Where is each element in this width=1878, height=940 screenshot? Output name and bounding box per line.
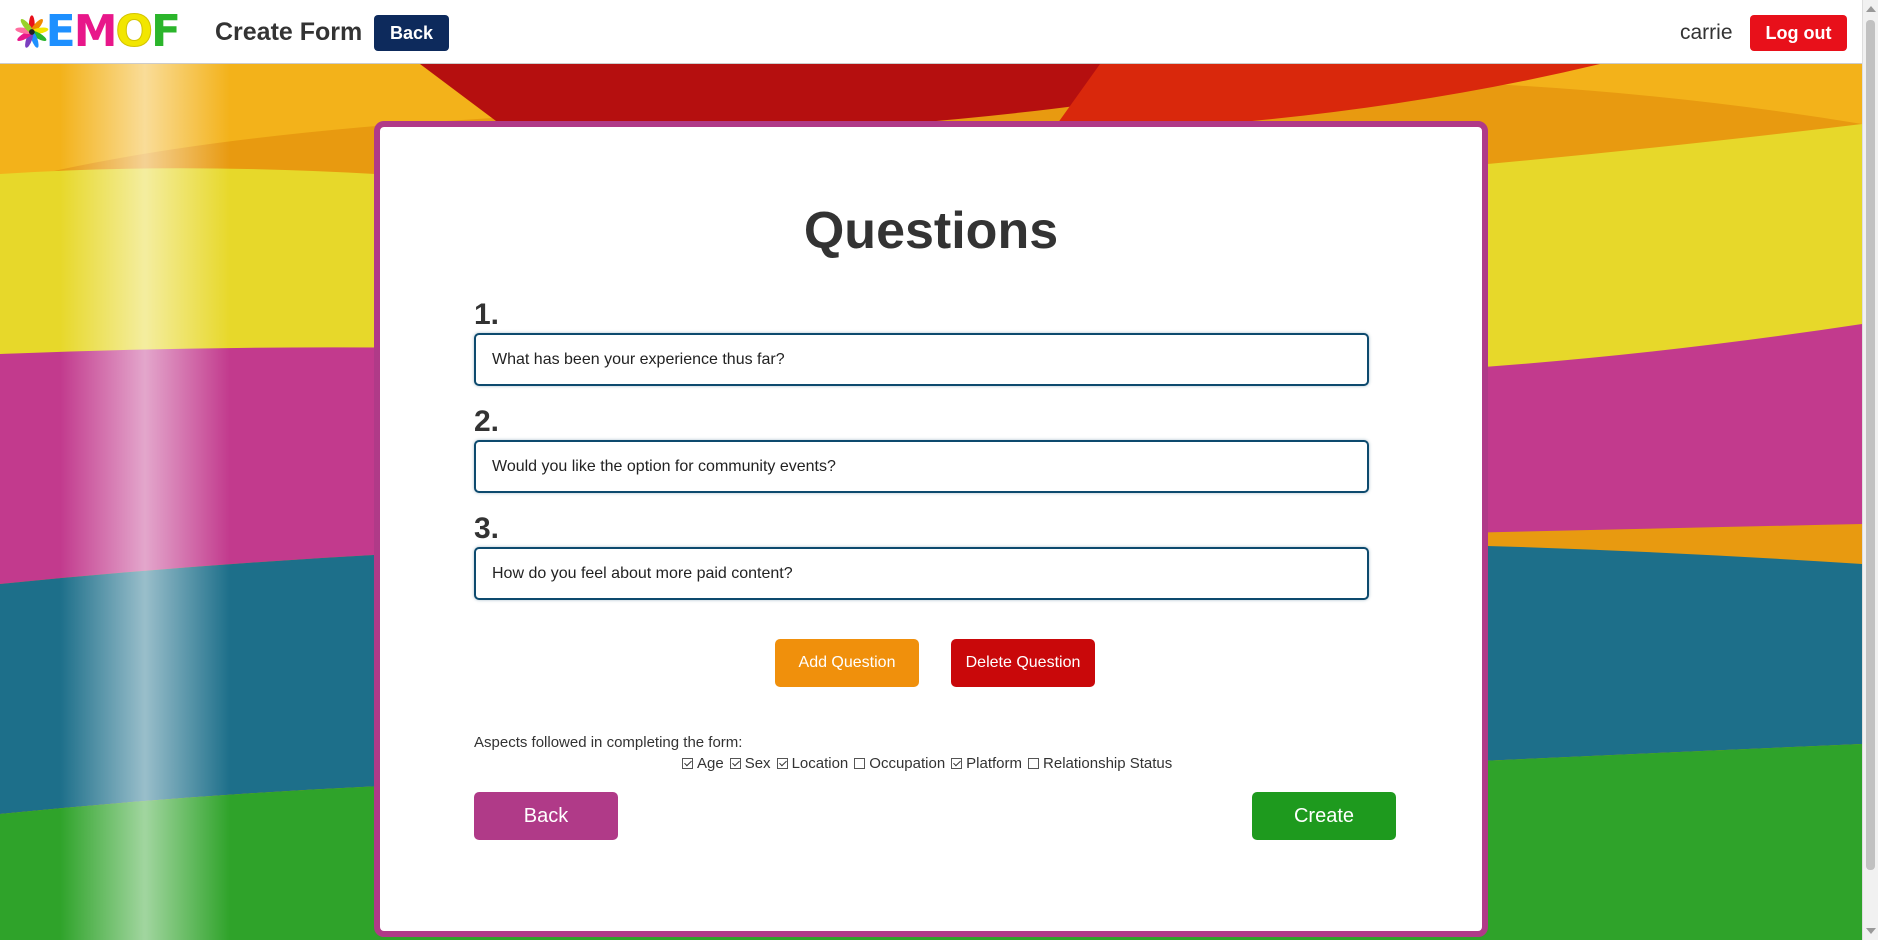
age-label: Age bbox=[697, 755, 724, 772]
emof-logo[interactable]: EMOF bbox=[14, 2, 181, 62]
question-input-2[interactable] bbox=[474, 440, 1369, 493]
logo-letter-f: F bbox=[150, 6, 181, 57]
questions-heading: Questions bbox=[803, 202, 1059, 260]
sex-checkbox[interactable] bbox=[729, 758, 741, 769]
logo-letter-e: E bbox=[45, 6, 76, 57]
age-checkbox[interactable] bbox=[682, 758, 693, 769]
sex-label: Sex bbox=[744, 755, 771, 772]
platform-checkbox[interactable] bbox=[951, 758, 963, 769]
question-number: 1. bbox=[474, 298, 500, 331]
question-number: 3. bbox=[474, 512, 500, 545]
aspects-label: Aspects followed in completing the form: bbox=[474, 734, 743, 751]
create-button[interactable]: Create bbox=[1252, 792, 1396, 840]
platform-label: Platform bbox=[966, 755, 1023, 772]
add-question-button[interactable]: Add Question bbox=[775, 639, 919, 687]
logo-wordmark: EMOF bbox=[46, 9, 181, 54]
top-navbar: EMOF Create Form Back carrie Log out bbox=[0, 0, 1862, 64]
scroll-down-icon[interactable] bbox=[1866, 928, 1876, 934]
page-scrollbar[interactable] bbox=[1862, 0, 1878, 940]
question-input-3[interactable] bbox=[474, 547, 1369, 600]
logo-letter-m: M bbox=[73, 6, 118, 57]
occupation-checkbox[interactable] bbox=[854, 758, 866, 769]
flower-logo-icon bbox=[15, 15, 49, 48]
relationship-status-checkbox[interactable] bbox=[1028, 758, 1040, 769]
question-number: 2. bbox=[474, 405, 500, 438]
occupation-label: Occupation bbox=[869, 755, 946, 772]
header-back-button[interactable]: Back bbox=[374, 15, 449, 51]
location-checkbox[interactable] bbox=[776, 758, 788, 769]
relationship-status-label: Relationship Status bbox=[1043, 755, 1173, 772]
scrollbar-thumb[interactable] bbox=[1866, 20, 1875, 870]
username-label: carrie bbox=[1680, 21, 1733, 44]
location-label: Location bbox=[791, 755, 849, 772]
aspects-checkbox-group: Age Sex Location Occupation Platform Rel… bbox=[682, 755, 1178, 772]
logo-letter-o: O bbox=[115, 6, 153, 57]
question-input-1[interactable] bbox=[474, 333, 1369, 386]
page-title: Create Form bbox=[215, 18, 363, 46]
questions-card: Questions 1. 2. 3. Add Question Delete Q… bbox=[374, 121, 1488, 937]
form-back-button[interactable]: Back bbox=[474, 792, 618, 840]
scroll-up-icon[interactable] bbox=[1866, 6, 1876, 12]
delete-question-button[interactable]: Delete Question bbox=[951, 639, 1095, 687]
logout-button[interactable]: Log out bbox=[1750, 15, 1847, 51]
